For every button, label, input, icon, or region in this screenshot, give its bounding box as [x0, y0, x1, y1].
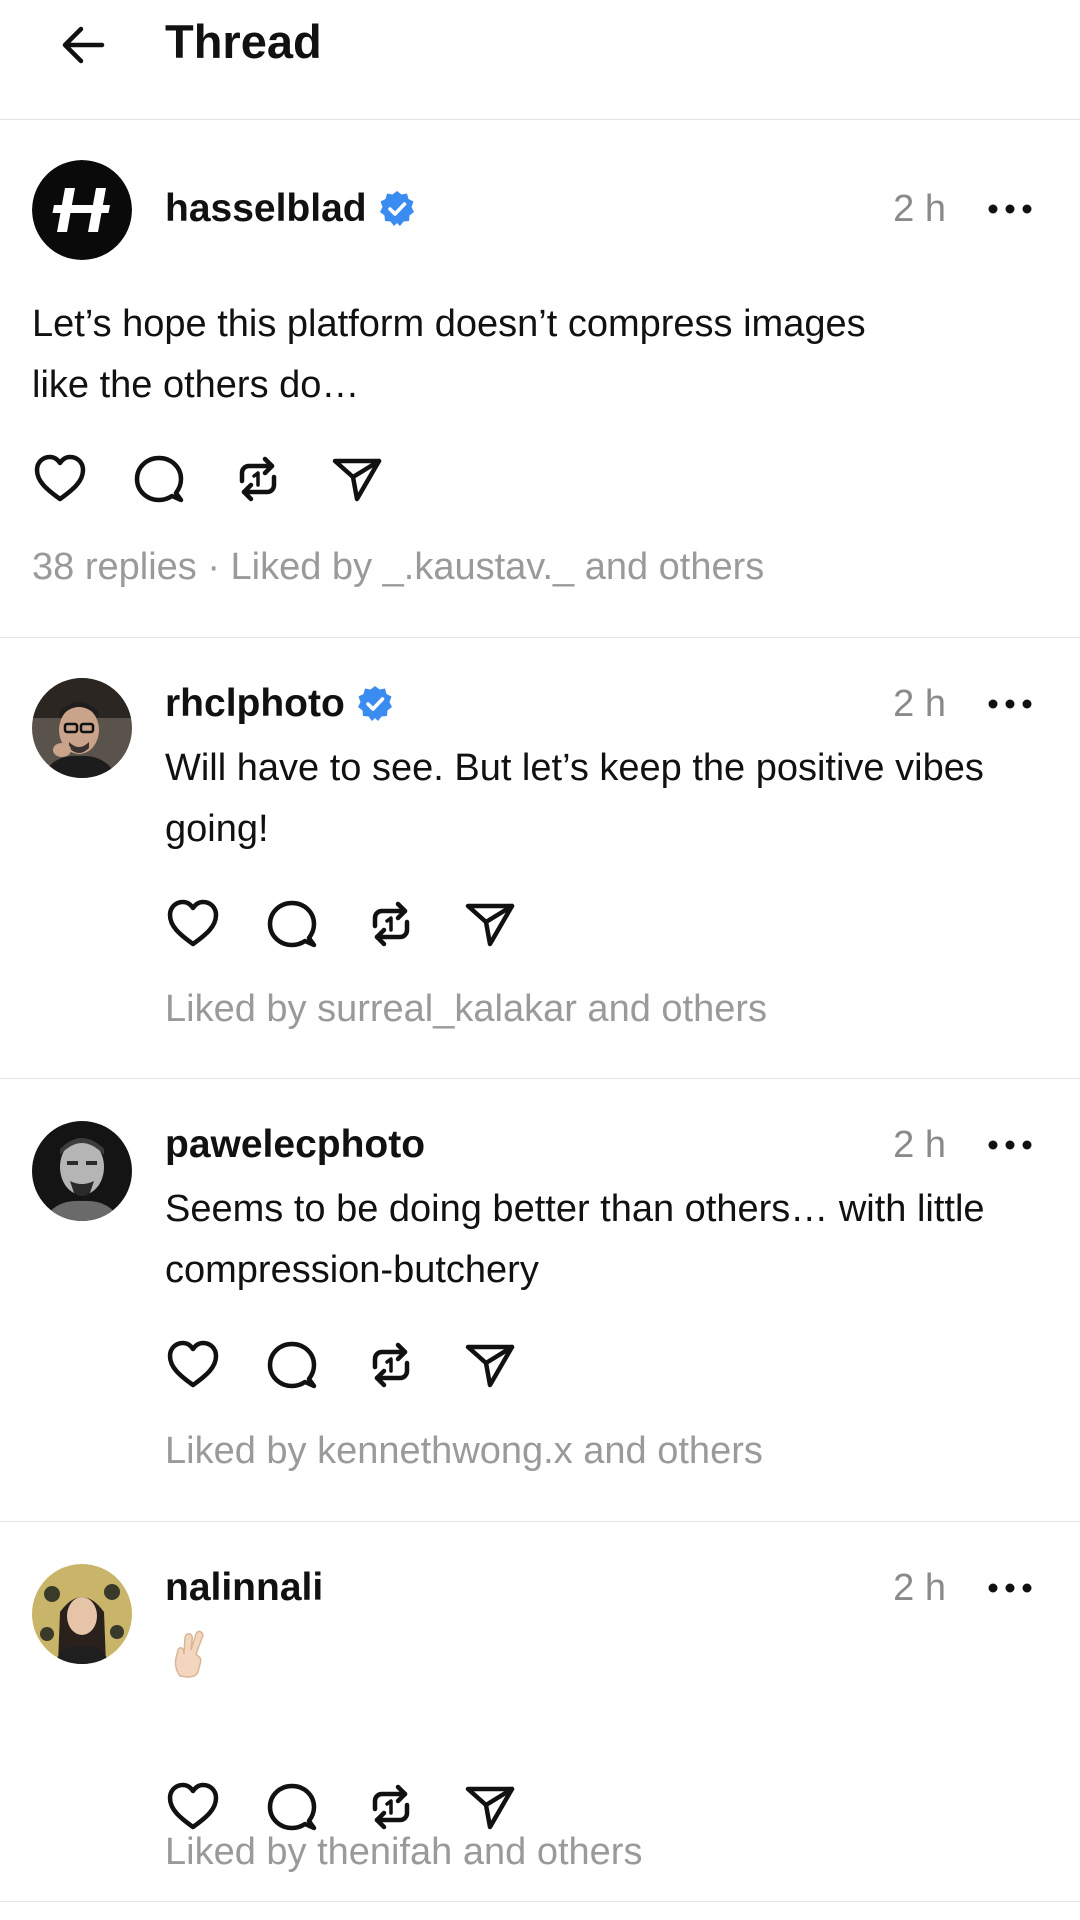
back-button[interactable] — [52, 14, 114, 76]
post-actions — [165, 1337, 561, 1393]
hasselblad-logo-icon — [32, 160, 132, 260]
post-time: 2 h — [893, 1567, 946, 1609]
reply-post: nalinnali 2 h 🤞🏻 Liked by thenifah and o… — [0, 1522, 1080, 1902]
post-text: Let’s hope this platform doesn’t compres… — [32, 303, 866, 406]
verified-badge-icon — [377, 189, 417, 229]
heart-icon — [32, 451, 88, 507]
share-button[interactable] — [462, 1779, 518, 1835]
repost-button[interactable] — [363, 1779, 419, 1835]
comment-icon — [264, 896, 320, 952]
post-text: Seems to be doing better than others… wi… — [165, 1188, 985, 1291]
repost-icon — [363, 896, 419, 952]
more-icon — [987, 1139, 1033, 1151]
send-icon — [462, 1337, 518, 1393]
reply-button[interactable] — [131, 451, 187, 507]
repost-button[interactable] — [230, 451, 286, 507]
post-meta[interactable]: Liked by kennethwong.x and others — [165, 1428, 763, 1474]
crossed-fingers-emoji-icon: 🤞🏻 — [168, 1628, 212, 1678]
like-button[interactable] — [165, 1337, 221, 1393]
username: nalinnali — [165, 1566, 324, 1609]
user-photo-icon — [32, 678, 132, 778]
repost-button[interactable] — [363, 1337, 419, 1393]
thread-main-post: hasselblad 2 h Let’s hope this platform … — [0, 120, 1080, 638]
verified-badge-icon — [355, 684, 395, 724]
post-actions — [165, 1779, 561, 1835]
post-author[interactable]: rhclphoto — [165, 681, 395, 727]
avatar-nalinnali[interactable] — [32, 1564, 132, 1664]
comment-icon — [264, 1337, 320, 1393]
more-icon — [987, 1582, 1033, 1594]
share-button[interactable] — [329, 451, 385, 507]
post-actions — [165, 896, 561, 952]
repost-icon — [230, 451, 286, 507]
more-options-button[interactable] — [982, 186, 1038, 232]
username: rhclphoto — [165, 682, 345, 725]
heart-icon — [165, 1337, 221, 1393]
arrow-left-icon — [62, 26, 105, 64]
post-author[interactable]: nalinnali — [165, 1565, 323, 1611]
more-icon — [987, 698, 1033, 710]
comment-icon — [131, 451, 187, 507]
share-button[interactable] — [462, 1337, 518, 1393]
post-text: Will have to see. But let’s keep the pos… — [165, 747, 984, 850]
user-photo-icon — [32, 1564, 132, 1664]
reply-button[interactable] — [264, 1337, 320, 1393]
page-title: Thread — [165, 15, 322, 68]
user-photo-icon — [32, 1121, 132, 1221]
send-icon — [329, 451, 385, 507]
avatar-rhclphoto[interactable] — [32, 678, 132, 778]
reply-button[interactable] — [264, 1779, 320, 1835]
post-author[interactable]: hasselblad — [165, 186, 417, 232]
more-options-button[interactable] — [982, 1565, 1038, 1611]
avatar-hasselblad[interactable] — [32, 160, 132, 260]
avatar-pawelecphoto[interactable] — [32, 1121, 132, 1221]
like-button[interactable] — [32, 451, 88, 507]
reply-post: pawelecphoto 2 h Seems to be doing bette… — [0, 1079, 1080, 1522]
send-icon — [462, 896, 518, 952]
post-time: 2 h — [893, 1124, 946, 1166]
username: hasselblad — [165, 187, 367, 230]
repost-button[interactable] — [363, 896, 419, 952]
username: pawelecphoto — [165, 1123, 426, 1166]
more-options-button[interactable] — [982, 681, 1038, 727]
post-time: 2 h — [893, 188, 946, 230]
post-meta[interactable]: Liked by surreal_kalakar and others — [165, 986, 767, 1032]
post-author[interactable]: pawelecphoto — [165, 1122, 425, 1168]
repost-icon — [363, 1337, 419, 1393]
post-actions — [32, 451, 428, 507]
send-icon — [462, 1779, 518, 1835]
reply-post: rhclphoto 2 h Will have to see. But let’… — [0, 638, 1080, 1079]
post-text: 🤞🏻 — [212, 1628, 213, 1629]
repost-icon — [363, 1779, 419, 1835]
like-button[interactable] — [165, 896, 221, 952]
share-button[interactable] — [462, 896, 518, 952]
more-options-button[interactable] — [982, 1122, 1038, 1168]
comment-icon — [264, 1779, 320, 1835]
post-time: 2 h — [893, 683, 946, 725]
reply-button[interactable] — [264, 896, 320, 952]
post-meta[interactable]: 38 replies · Liked by _.kaustav._ and ot… — [32, 544, 764, 590]
top-bar: Thread — [0, 0, 1080, 120]
more-icon — [987, 203, 1033, 215]
like-button[interactable] — [165, 1779, 221, 1835]
post-meta[interactable]: Liked by thenifah and others — [165, 1829, 642, 1875]
heart-icon — [165, 1779, 221, 1835]
heart-icon — [165, 896, 221, 952]
